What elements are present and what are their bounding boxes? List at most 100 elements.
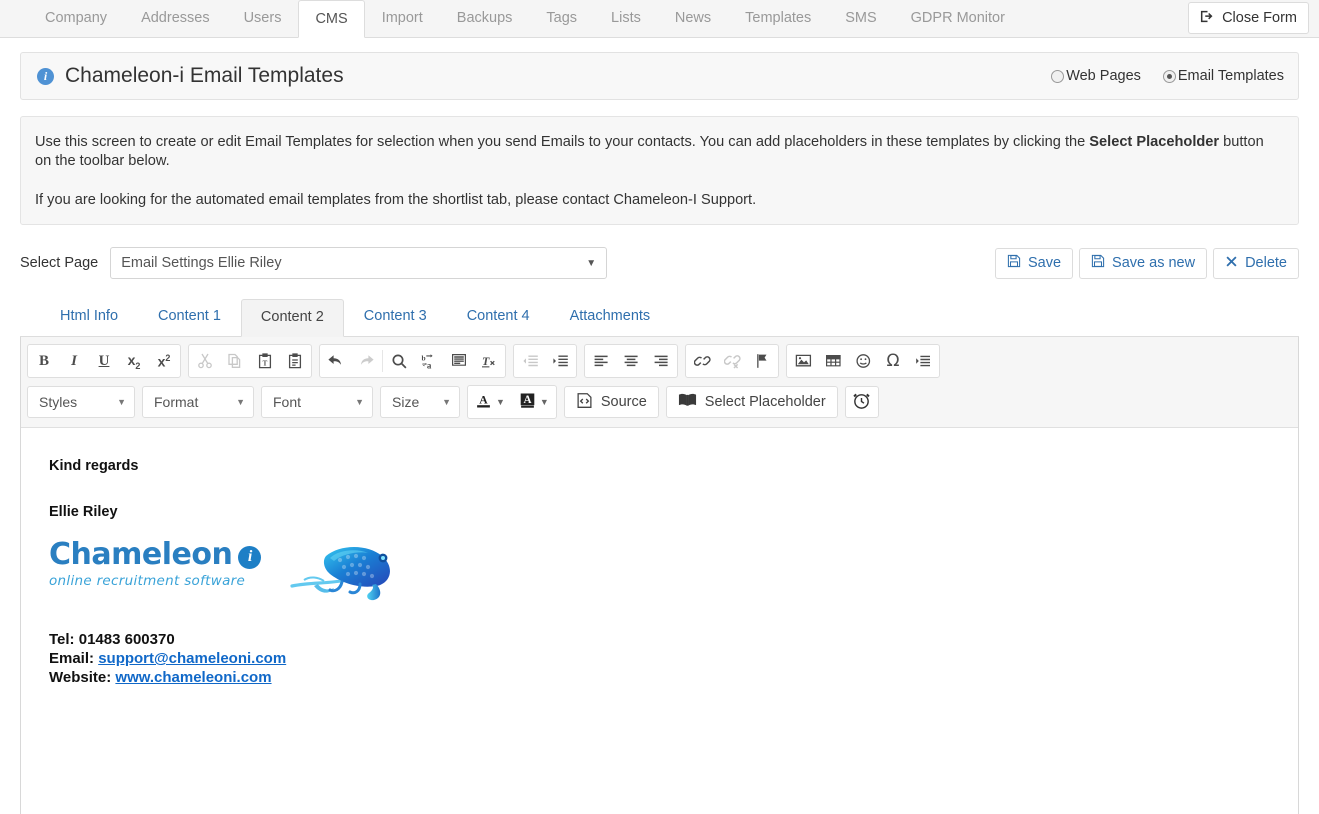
contact-email-row: Email: support@chameleoni.com — [49, 649, 1270, 668]
info-circle-icon: i — [37, 67, 54, 85]
align-center-icon[interactable] — [616, 346, 646, 376]
select-page-dropdown[interactable]: Email Settings Ellie Riley ▼ — [110, 247, 608, 279]
svg-text:A: A — [479, 394, 488, 407]
replace-icon[interactable]: b a — [414, 346, 444, 376]
svg-text:a: a — [426, 360, 431, 369]
toolbar-group-insert: Ω — [786, 344, 940, 378]
radio-email-templates-dot[interactable] — [1162, 69, 1176, 83]
superscript-icon[interactable]: x2 — [149, 346, 179, 376]
toolbar-row-2: Styles ▼ Format ▼ Font ▼ Size ▼ A ▼ A ▼ … — [27, 385, 1292, 419]
special-character-icon[interactable]: Ω — [878, 346, 908, 376]
nav-tab-company[interactable]: Company — [28, 0, 124, 37]
toolbar-group-editing: b a T — [319, 344, 506, 378]
link-icon[interactable] — [687, 346, 717, 376]
source-label: Source — [600, 394, 647, 410]
select-placeholder-label: Select Placeholder — [704, 394, 826, 410]
instructions-paragraph-1: Use this screen to create or edit Email … — [35, 133, 1280, 171]
content-tab-content-2[interactable]: Content 2 — [240, 299, 344, 337]
align-right-icon[interactable] — [646, 346, 676, 376]
nav-tab-addresses[interactable]: Addresses — [124, 0, 227, 37]
undo-icon[interactable] — [321, 346, 351, 376]
find-icon[interactable] — [384, 346, 414, 376]
nav-tab-backups[interactable]: Backups — [440, 0, 530, 37]
chevron-down-icon: ▼ — [442, 397, 451, 407]
contact-website-row: Website: www.chameleoni.com — [49, 668, 1270, 687]
select-page-row: Select Page Email Settings Ellie Riley ▼… — [20, 247, 1299, 279]
content-tab-content-1[interactable]: Content 1 — [138, 298, 241, 336]
bold-icon[interactable]: B — [29, 346, 59, 376]
indent-icon[interactable] — [545, 346, 575, 376]
italic-icon[interactable]: I — [59, 346, 89, 376]
delete-button[interactable]: Delete — [1213, 247, 1299, 279]
instructions-paragraph-2: If you are looking for the automated ema… — [35, 192, 757, 208]
select-all-icon[interactable] — [444, 346, 474, 376]
contact-email-link[interactable]: support@chameleoni.com — [98, 650, 286, 667]
chevron-down-icon: ▼ — [236, 397, 245, 407]
content-tab-html-info[interactable]: Html Info — [40, 298, 138, 336]
editor-content-area[interactable]: Kind regards Ellie Riley Chameleon i onli… — [21, 428, 1298, 814]
nav-tab-templates[interactable]: Templates — [728, 0, 828, 37]
contact-email-label: Email: — [49, 650, 95, 667]
paste-from-word-icon[interactable] — [280, 346, 310, 376]
page-break-icon[interactable] — [908, 346, 938, 376]
anchor-flag-icon[interactable] — [747, 346, 777, 376]
table-icon[interactable] — [818, 346, 848, 376]
nav-tab-tags[interactable]: Tags — [529, 0, 594, 37]
remove-format-icon[interactable]: T — [474, 346, 504, 376]
chevron-down-icon: ▼ — [496, 397, 505, 407]
radio-web-pages-dot[interactable] — [1051, 69, 1065, 83]
toolbar-group-clipboard: T — [188, 344, 312, 378]
font-dropdown[interactable]: Font ▼ — [261, 386, 373, 418]
alarm-clock-button[interactable] — [844, 386, 879, 418]
floppy-disk-icon — [1007, 254, 1021, 272]
nav-tab-news[interactable]: News — [658, 0, 728, 37]
contact-tel-label: Tel: — [49, 631, 75, 648]
subscript-icon[interactable]: x2 — [119, 346, 149, 376]
toolbar-group-indent — [513, 344, 577, 378]
chevron-down-icon: ▼ — [355, 397, 364, 407]
format-dropdown-label: Format — [154, 394, 199, 410]
source-button[interactable]: Source — [563, 386, 659, 418]
styles-dropdown-label: Styles — [39, 394, 78, 410]
nav-tab-users[interactable]: Users — [227, 0, 299, 37]
chameleon-logo: Chameleon i online recruitment software — [49, 538, 404, 608]
background-color-icon: A — [519, 392, 536, 412]
nav-tab-import[interactable]: Import — [365, 0, 440, 37]
underline-icon[interactable]: U — [89, 346, 119, 376]
radio-web-pages[interactable]: Web Pages — [1051, 68, 1141, 84]
top-navigation-bar: Company Addresses Users CMS Import Backups Tag… — [0, 0, 1319, 38]
paste-as-text-icon[interactable]: T — [250, 346, 280, 376]
source-code-icon — [576, 392, 593, 413]
alarm-clock-icon — [852, 391, 871, 413]
contact-website-link[interactable]: www.chameleoni.com — [115, 669, 271, 686]
page-header: i Chameleon-i Email Templates Web Pages … — [20, 52, 1299, 100]
content-tab-attachments[interactable]: Attachments — [550, 298, 671, 336]
close-form-button[interactable]: Close Form — [1188, 2, 1309, 34]
nav-tab-sms[interactable]: SMS — [828, 0, 893, 37]
content-tab-content-3[interactable]: Content 3 — [344, 298, 447, 336]
background-color-button[interactable]: A ▼ — [511, 386, 556, 418]
text-color-button[interactable]: A ▼ — [468, 386, 512, 418]
styles-dropdown[interactable]: Styles ▼ — [27, 386, 135, 418]
delete-label: Delete — [1245, 255, 1287, 271]
save-as-new-button[interactable]: Save as new — [1079, 247, 1208, 279]
editor-toolbar: B I U x2 x2 T b a T Ω Styles ▼ Format ▼ … — [21, 337, 1298, 428]
save-button[interactable]: Save — [994, 247, 1074, 279]
smiley-icon[interactable] — [848, 346, 878, 376]
radio-email-templates-label: Email Templates — [1177, 68, 1284, 84]
align-left-icon[interactable] — [586, 346, 616, 376]
toolbar-group-basic-styles: B I U x2 x2 — [27, 344, 181, 378]
radio-email-templates[interactable]: Email Templates — [1162, 68, 1284, 84]
size-dropdown-label: Size — [392, 394, 420, 410]
nav-tab-cms[interactable]: CMS — [298, 0, 365, 38]
chevron-down-icon: ▼ — [586, 257, 597, 269]
image-icon[interactable] — [788, 346, 818, 376]
content-tab-content-4[interactable]: Content 4 — [447, 298, 550, 336]
select-page-value: Email Settings Ellie Riley — [121, 255, 282, 271]
select-placeholder-button[interactable]: Select Placeholder — [665, 386, 838, 418]
format-dropdown[interactable]: Format ▼ — [142, 386, 254, 418]
nav-tab-gdpr-monitor[interactable]: GDPR Monitor — [894, 0, 1022, 37]
nav-tab-lists[interactable]: Lists — [594, 0, 658, 37]
toolbar-group-alignment — [584, 344, 678, 378]
size-dropdown[interactable]: Size ▼ — [380, 386, 460, 418]
